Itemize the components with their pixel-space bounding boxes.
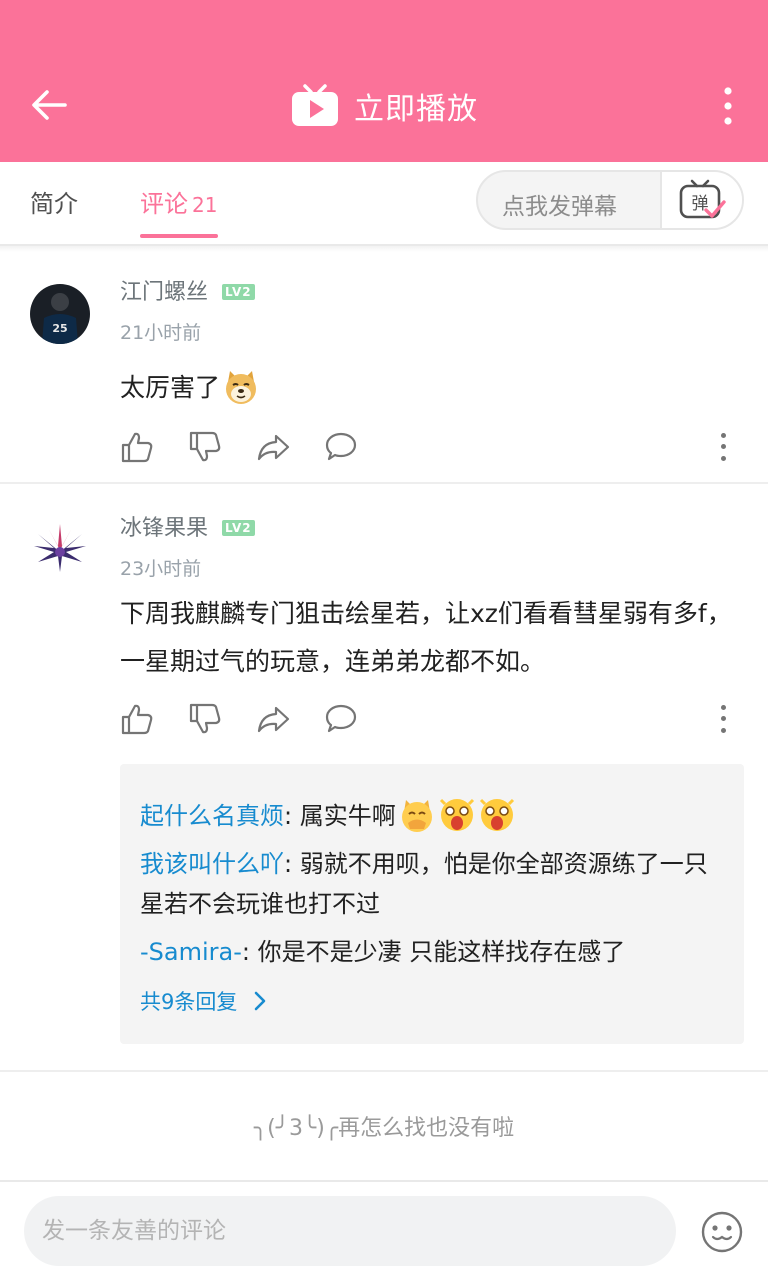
- svg-text:25: 25: [52, 322, 67, 335]
- thumbs-up-icon[interactable]: [120, 430, 154, 464]
- comment-text: 太厉害了: [120, 373, 221, 402]
- shocked-emoji-icon: [479, 798, 514, 831]
- comment-more-button[interactable]: [716, 702, 730, 736]
- comment-input[interactable]: [24, 1196, 676, 1266]
- reply-text: : 你是不是少凄 只能这样找存在感了: [241, 938, 626, 966]
- reply-username[interactable]: 起什么名真烦: [140, 802, 284, 830]
- comment-actions: [120, 702, 738, 742]
- comment-more-button[interactable]: [716, 430, 730, 464]
- dot: [720, 444, 726, 450]
- reply-item: 起什么名真烦: 属实牛啊: [140, 796, 730, 836]
- tab-comments-label: 评论: [140, 190, 188, 218]
- play-now-button[interactable]: 立即播放: [0, 78, 768, 134]
- thumbs-down-icon[interactable]: [188, 430, 222, 464]
- tab-comments[interactable]: 评论 21: [140, 184, 217, 219]
- avatar-image: [30, 516, 90, 576]
- level-badge: LV2: [222, 284, 255, 300]
- danmaku-toggle-button[interactable]: 弹: [660, 172, 742, 228]
- reply-bubble-icon[interactable]: [324, 430, 358, 464]
- tab-bar: 简介 评论 21 点我发弹幕 弹: [0, 162, 768, 246]
- reply-username[interactable]: 我该叫什么吖: [140, 850, 284, 878]
- more-vertical-icon: [724, 87, 732, 125]
- reply-bubble-icon[interactable]: [324, 702, 358, 736]
- more-options-button[interactable]: [706, 82, 750, 130]
- reply-item: 我该叫什么吖: 弱就不用呗，怕是你全部资源练了一只星若不会玩谁也打不过: [140, 844, 730, 924]
- smiley-icon[interactable]: [700, 1210, 744, 1254]
- doge-emoji-icon: [226, 371, 257, 404]
- replies-box[interactable]: 起什么名真烦: 属实牛啊 我该叫什么吖: 弱就不用呗，怕是你全部资源练了一只星若…: [120, 764, 744, 1044]
- comment-actions: [120, 430, 738, 470]
- username-text: 冰锋果果: [120, 516, 209, 541]
- reply-item: -Samira-: 你是不是少凄 只能这样找存在感了: [140, 932, 730, 972]
- comment-time: 23小时前: [120, 558, 202, 580]
- play-now-label: 立即播放: [354, 92, 478, 127]
- dot: [720, 433, 726, 439]
- comment-username[interactable]: 江门螺丝 LV2: [120, 274, 255, 306]
- comment-content: 下周我麒麟专门狙击绘星若，让xz们看看彗星弱有多f，一星期过气的玩意，连弟弟龙都…: [120, 599, 732, 676]
- tab-intro[interactable]: 简介: [30, 184, 78, 219]
- tab-shadow: [0, 246, 768, 252]
- active-tab-indicator: [140, 234, 218, 238]
- tab-comments-count: 21: [192, 193, 218, 217]
- comment-divider: [0, 1070, 768, 1072]
- chevron-right-icon: [255, 991, 266, 1011]
- avatar-image: 25: [30, 284, 90, 344]
- thumbs-down-icon[interactable]: [188, 702, 222, 736]
- level-badge: LV2: [222, 520, 255, 536]
- comment-content: 太厉害了: [120, 364, 740, 412]
- danmaku-placeholder: 点我发弹幕: [502, 194, 617, 220]
- username-text: 江门螺丝: [120, 280, 209, 305]
- thumbs-up-icon[interactable]: [120, 702, 154, 736]
- avatar[interactable]: [30, 516, 90, 576]
- danmaku-icon: 弹: [679, 179, 726, 219]
- top-app-bar: 立即播放: [0, 0, 768, 162]
- comment-divider: [0, 482, 768, 484]
- reply-username[interactable]: -Samira-: [140, 938, 242, 966]
- reply-text: : 属实牛啊: [284, 802, 396, 830]
- tv-play-icon: [292, 84, 338, 126]
- cat-emoji-icon: [401, 800, 432, 832]
- dot: [720, 455, 726, 461]
- share-icon[interactable]: [256, 702, 290, 736]
- comment-time: 21小时前: [120, 322, 202, 344]
- shocked-emoji-icon: [439, 798, 474, 831]
- dot: [720, 705, 726, 711]
- view-all-replies-label: 共9条回复: [140, 990, 238, 1014]
- share-icon[interactable]: [256, 430, 290, 464]
- dot: [720, 727, 726, 733]
- comment-compose-bar: [0, 1180, 768, 1280]
- view-all-replies-link[interactable]: 共9条回复: [140, 986, 271, 1016]
- dot: [720, 716, 726, 722]
- comment-username[interactable]: 冰锋果果 LV2: [120, 510, 255, 542]
- avatar[interactable]: 25: [30, 284, 90, 344]
- danmaku-input[interactable]: 点我发弹幕 弹: [476, 170, 744, 230]
- end-of-list-text: ╮(╯3╰)╭再怎么找也没有啦: [253, 1116, 515, 1141]
